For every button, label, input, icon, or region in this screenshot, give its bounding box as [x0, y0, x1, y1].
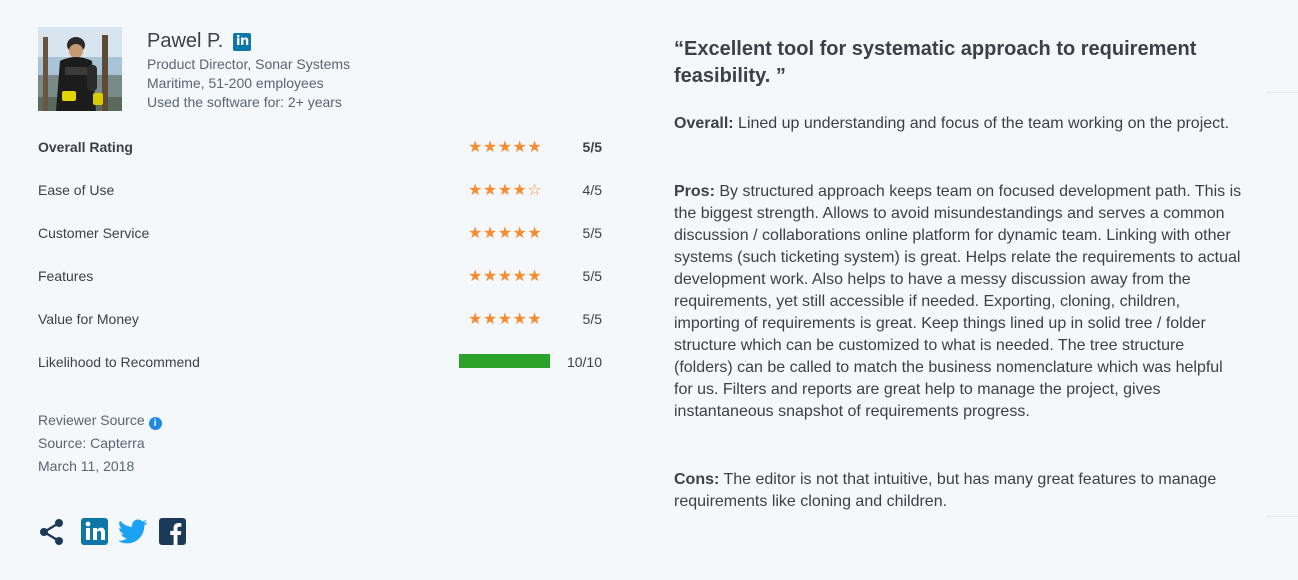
star-rating-icon: ★★★★★	[468, 137, 543, 156]
star-rating-icon: ★★★★☆	[468, 180, 543, 199]
pros-text: By structured approach keeps team on foc…	[674, 183, 1242, 420]
rating-row-recommend: Likelihood to Recommend 10/10	[38, 353, 602, 373]
rating-row-overall: Overall Rating ★★★★★ 5/5	[38, 137, 602, 158]
review-card: Pawel P. in Product Director, Sonar Syst…	[0, 0, 1298, 580]
source-text: Source: Capterra	[38, 435, 145, 451]
overall-label: Overall:	[674, 115, 734, 132]
reviewer-industry: Maritime, 51-200 employees	[147, 75, 324, 91]
reviewer-source-label: Reviewer Source	[38, 412, 145, 428]
recommend-progress-bar	[459, 354, 550, 368]
rating-row-value-for-money: Value for Money ★★★★★ 5/5	[38, 309, 602, 330]
rating-label: Overall Rating	[38, 139, 133, 155]
review-title: “Excellent tool for systematic approach …	[674, 38, 1197, 87]
review-pros: Pros: By structured approach keeps team …	[674, 181, 1244, 423]
rating-row-ease-of-use: Ease of Use ★★★★☆ 4/5	[38, 180, 602, 201]
review-cons: Cons: The editor is not that intuitive, …	[674, 469, 1244, 513]
linkedin-badge-icon[interactable]: in	[233, 32, 252, 51]
rating-label: Likelihood to Recommend	[38, 354, 200, 370]
avatar	[38, 27, 122, 111]
star-rating-icon: ★★★★★	[468, 266, 543, 285]
star-rating-icon: ★★★★★	[468, 223, 543, 242]
facebook-icon[interactable]	[159, 518, 186, 545]
divider	[1266, 516, 1298, 517]
reviewer-name: Pawel P.	[147, 30, 224, 52]
rating-row-customer-service: Customer Service ★★★★★ 5/5	[38, 223, 602, 244]
reviewer-usage: Used the software for: 2+ years	[147, 94, 342, 110]
rating-score: 5/5	[582, 268, 602, 284]
divider	[1266, 92, 1298, 93]
rating-score: 5/5	[582, 139, 602, 155]
rating-label: Value for Money	[38, 311, 139, 327]
reviewer-title: Product Director, Sonar Systems	[147, 56, 351, 72]
rating-score: 5/5	[582, 311, 602, 327]
pros-label: Pros:	[674, 183, 715, 200]
rating-label: Features	[38, 268, 94, 284]
twitter-icon[interactable]	[118, 518, 148, 545]
rating-label: Ease of Use	[38, 182, 115, 198]
rating-label: Customer Service	[38, 225, 150, 241]
star-rating-icon: ★★★★★	[468, 309, 543, 328]
share-icon[interactable]	[38, 518, 66, 546]
review-title-block: “Excellent tool for systematic approach …	[674, 36, 1244, 90]
rating-row-features: Features ★★★★★ 5/5	[38, 266, 602, 287]
cons-label: Cons:	[674, 471, 720, 488]
rating-score: 4/5	[582, 182, 602, 198]
overall-text: Lined up understanding and focus of the …	[733, 115, 1230, 132]
review-date: March 11, 2018	[38, 458, 135, 474]
linkedin-icon[interactable]	[81, 518, 108, 545]
rating-score: 5/5	[582, 225, 602, 241]
cons-text: The editor is not that intuitive, but ha…	[674, 471, 1217, 510]
reviewer-name-row: Pawel P. in	[147, 30, 252, 53]
info-icon[interactable]: i	[148, 417, 162, 430]
rating-score: 10/10	[566, 354, 602, 370]
review-overall: Overall: Lined up understanding and focu…	[674, 113, 1244, 135]
reviewer-source: Reviewer Source i	[38, 412, 162, 430]
